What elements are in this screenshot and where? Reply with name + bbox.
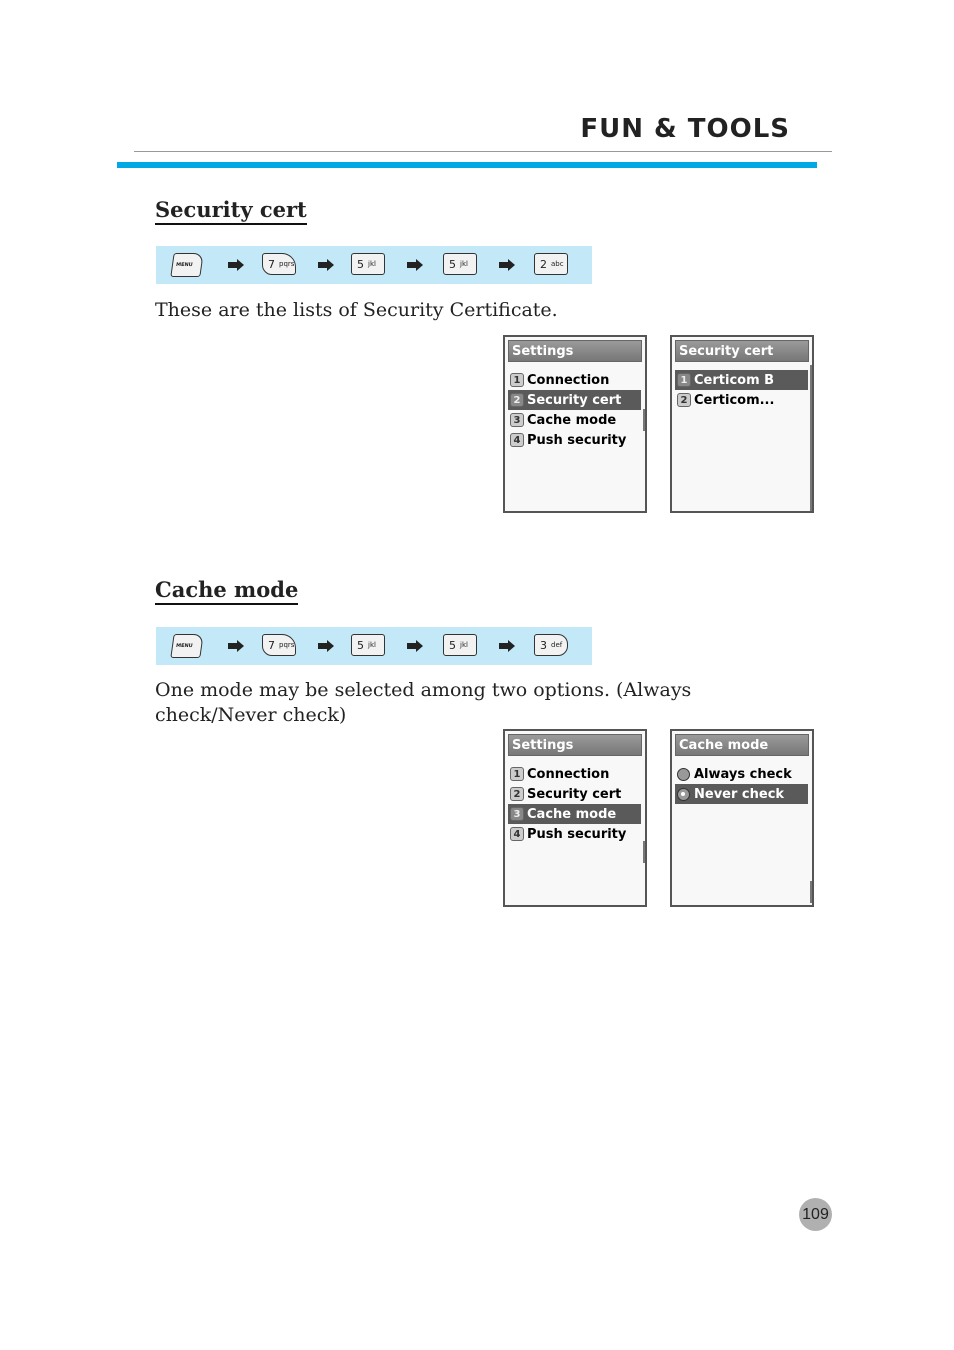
menu-item-connection[interactable]: 1 Connection (508, 764, 641, 784)
scrollbar[interactable] (643, 841, 645, 863)
key-3-icon: 3 def (534, 634, 568, 656)
section-title-security-cert: Security cert (155, 197, 307, 225)
key-7-icon: 7 pqrs (262, 634, 296, 656)
scrollbar[interactable] (643, 409, 645, 431)
menu-item-cache-mode[interactable]: 3 Cache mode (508, 410, 641, 430)
key-5-icon: 5 jkl (351, 634, 385, 656)
phone-screen-cache-mode: Cache mode Always check Never check (670, 729, 814, 907)
screen-title: Settings (508, 734, 642, 756)
key-sequence-cache-mode: MENU 7 pqrs 5 jkl 5 jkl 3 def (156, 627, 592, 665)
phone-screen-security-cert: Security cert 1 Certicom B 2 Certicom... (670, 335, 814, 513)
screen-title: Settings (508, 340, 642, 362)
radio-unchecked-icon[interactable] (677, 767, 690, 781)
section-title-cache-mode: Cache mode (155, 577, 299, 605)
radio-checked-icon[interactable] (677, 787, 690, 801)
key-7-icon: 7 pqrs (262, 253, 296, 275)
menu-key-icon: MENU (170, 634, 204, 658)
menu-item-connection[interactable]: 1 Connection (508, 370, 641, 390)
option-never-check[interactable]: Never check (675, 784, 808, 804)
scrollbar[interactable] (810, 365, 812, 511)
screen-title: Cache mode (675, 734, 809, 756)
option-always-check[interactable]: Always check (675, 764, 808, 784)
menu-item-push-security[interactable]: 4 Push security (508, 824, 641, 844)
header-divider (134, 151, 832, 152)
section-description: These are the lists of Security Certific… (155, 299, 558, 321)
menu-item-security-cert[interactable]: 2 Security cert (508, 784, 641, 804)
cert-item-certicom-b[interactable]: 1 Certicom B (675, 370, 808, 390)
menu-item-push-security[interactable]: 4 Push security (508, 430, 641, 450)
menu-item-security-cert[interactable]: 2 Security cert (508, 390, 641, 410)
scrollbar[interactable] (810, 881, 812, 903)
menu-key-icon: MENU (170, 253, 204, 277)
cert-item-certicom[interactable]: 2 Certicom... (675, 390, 808, 410)
page-number: 109 (799, 1198, 832, 1231)
key-sequence-security-cert: MENU 7 pqrs 5 jkl 5 jkl 2 abc (156, 246, 592, 284)
section-description-line2: check/Never check) (155, 704, 347, 726)
section-description-line1: One mode may be selected among two optio… (155, 679, 692, 701)
key-2-icon: 2 abc (534, 253, 568, 275)
chapter-title: FUN & TOOLS (580, 114, 790, 144)
header-accent-bar (117, 162, 817, 168)
key-5-icon: 5 jkl (443, 253, 477, 275)
phone-screen-settings: Settings 1 Connection 2 Security cert 3 Cac… (503, 335, 647, 513)
menu-item-cache-mode[interactable]: 3 Cache mode (508, 804, 641, 824)
phone-screen-settings: Settings 1 Connection 2 Security cert 3 Cac… (503, 729, 647, 907)
key-5-icon: 5 jkl (443, 634, 477, 656)
screen-title: Security cert (675, 340, 809, 362)
key-5-icon: 5 jkl (351, 253, 385, 275)
